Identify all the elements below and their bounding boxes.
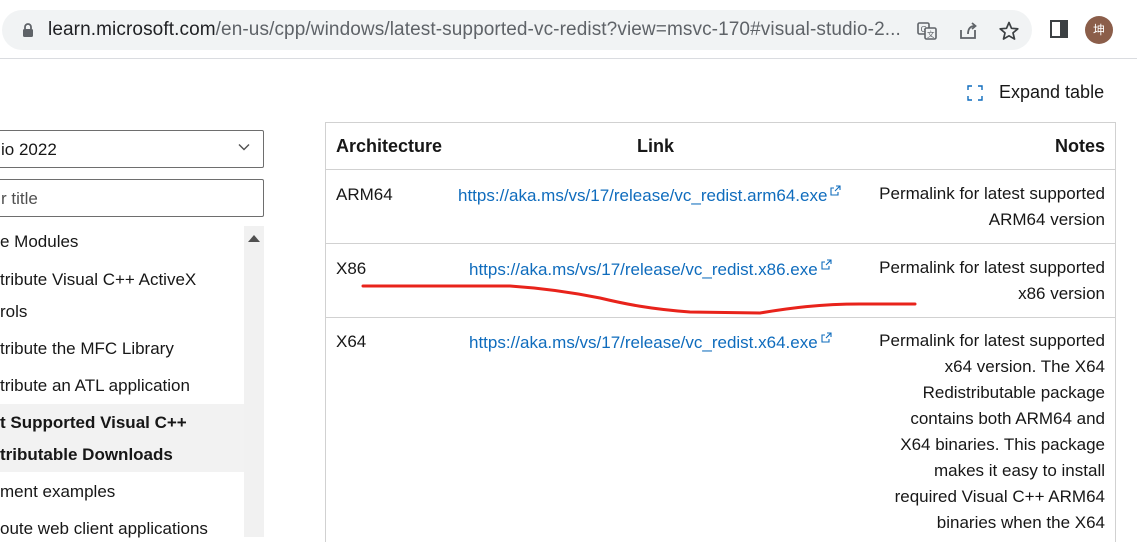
star-icon[interactable] (998, 20, 1020, 42)
cell-notes: Permalink for latest supported ARM64 ver… (860, 181, 1105, 233)
toc-item[interactable]: tribute the MFC Library (0, 333, 244, 365)
filter-by-title-input[interactable]: r title (0, 179, 264, 217)
toc-item[interactable]: tribute Visual C++ ActiveX (0, 264, 244, 296)
row-divider (326, 169, 1115, 170)
notes-line: Permalink for latest supported (879, 331, 1105, 350)
url-domain: learn.microsoft.com (48, 19, 216, 40)
address-bar[interactable]: learn.microsoft.com/en-us/cpp/windows/la… (2, 10, 1032, 50)
cell-architecture: X86 (336, 259, 367, 278)
row-divider (326, 243, 1115, 244)
link-text: https://aka.ms/vs/17/release/vc_redist.x… (469, 260, 818, 279)
toc-item[interactable]: oute web client applications (0, 513, 244, 545)
toc-item-label: tributable Downloads (0, 445, 173, 464)
header-notes: Notes (1054, 136, 1105, 156)
lock-icon[interactable] (20, 22, 36, 38)
notes-line: contains both ARM64 and (910, 409, 1105, 428)
browser-toolbar: learn.microsoft.com/en-us/cpp/windows/la… (0, 0, 1137, 59)
scroll-up-arrow-icon[interactable] (248, 235, 260, 242)
notes-line: ARM64 version (988, 210, 1105, 229)
row-divider (326, 317, 1115, 318)
side-panel-icon[interactable] (1047, 18, 1071, 42)
link-text: https://aka.ms/vs/17/release/vc_redist.a… (458, 186, 828, 205)
version-select[interactable]: io 2022 (0, 130, 264, 168)
notes-line: makes it easy to install (933, 461, 1105, 480)
notes-line: binaries when the X64 (936, 513, 1105, 532)
toc-item-active[interactable]: t Supported Visual C++ tributable Downlo… (0, 404, 244, 472)
download-link-x86[interactable]: https://aka.ms/vs/17/release/vc_redist.x… (469, 259, 832, 280)
notes-line: Permalink for latest supported (879, 258, 1105, 277)
notes-line: x64 version. The X64 (944, 357, 1105, 376)
svg-text:文: 文 (927, 29, 935, 39)
notes-line: required Visual C++ ARM64 (894, 487, 1105, 506)
translate-icon[interactable]: G文 (916, 20, 938, 42)
version-select-value: io 2022 (1, 140, 57, 159)
expand-icon (967, 85, 983, 101)
redist-table: Architecture Link Notes ARM64 https://ak… (325, 122, 1116, 542)
toc-item-label: t Supported Visual C++ (0, 413, 187, 432)
toc-item[interactable]: rols (0, 296, 244, 328)
url-text[interactable]: learn.microsoft.com/en-us/cpp/windows/la… (48, 19, 901, 41)
chevron-down-icon (238, 144, 250, 151)
download-link-arm64[interactable]: https://aka.ms/vs/17/release/vc_redist.a… (458, 185, 842, 206)
profile-avatar[interactable]: 坤 (1085, 16, 1113, 44)
expand-table-label: Expand table (999, 82, 1105, 102)
external-link-icon (821, 259, 832, 270)
external-link-icon (821, 332, 832, 343)
toc-scrollbar[interactable] (244, 226, 264, 537)
toc-item[interactable]: e Modules (0, 226, 244, 258)
share-icon[interactable] (957, 20, 979, 42)
cell-notes: Permalink for latest supported x86 versi… (860, 255, 1105, 307)
url-path: /en-us/cpp/windows/latest-supported-vc-r… (215, 19, 901, 40)
notes-line: X64 binaries. This package (900, 435, 1105, 454)
notes-line: x86 version (1018, 284, 1105, 303)
cell-architecture: X64 (336, 332, 367, 351)
download-link-x64[interactable]: https://aka.ms/vs/17/release/vc_redist.x… (469, 332, 832, 353)
header-link: Link (637, 136, 675, 156)
toc-list: e Modules tribute Visual C++ ActiveX rol… (0, 226, 244, 546)
cell-notes: Permalink for latest supported x64 versi… (860, 328, 1105, 536)
cell-architecture: ARM64 (336, 185, 393, 204)
header-architecture: Architecture (336, 136, 443, 156)
link-text: https://aka.ms/vs/17/release/vc_redist.x… (469, 333, 818, 352)
toc-item[interactable]: ment examples (0, 476, 244, 508)
filter-placeholder: r title (1, 189, 38, 208)
external-link-icon (830, 185, 842, 196)
notes-line: Permalink for latest supported (879, 184, 1105, 203)
notes-line: Redistributable package (922, 383, 1105, 402)
toc-item[interactable]: tribute an ATL application (0, 370, 244, 402)
